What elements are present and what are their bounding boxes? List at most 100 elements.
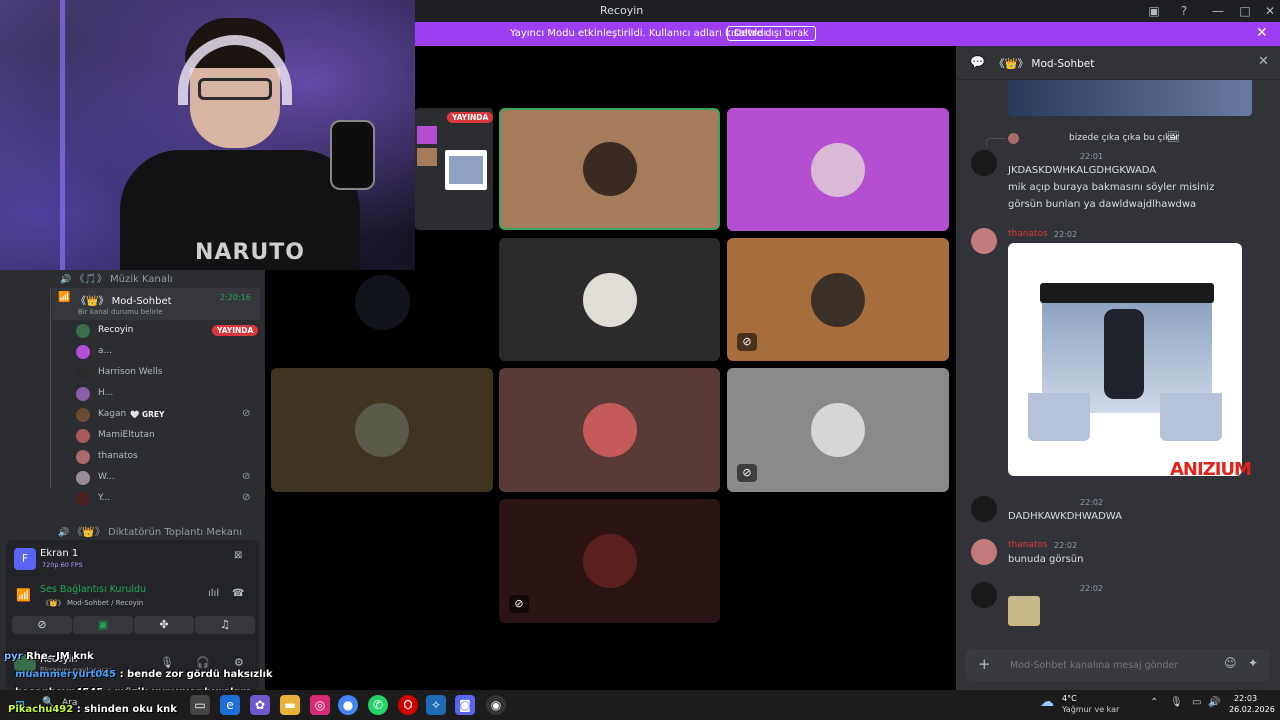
voice-user-name: Harrison Wells [98,367,163,377]
maximize-button[interactable]: □ [1237,3,1253,19]
weather-icon[interactable]: ☁ [1040,694,1054,710]
app-icon[interactable]: ✧ [426,695,446,715]
channel-mod-sohbet[interactable]: 📶 《👑》 Mod-Sohbet 2:20:16 Bir kanal durum… [52,288,260,320]
voice-user[interactable]: Harrison Wells [70,364,260,382]
activities-button[interactable]: ✤ [134,616,194,634]
video-tile-4[interactable]: ⊘ [727,238,949,361]
voice-user[interactable]: Recoyin YAYINDA [70,322,260,340]
muted-icon: ⊘ [737,464,757,482]
microphone-icon[interactable]: 🎙 [160,656,174,669]
file-explorer-icon[interactable]: ▬ [280,695,300,715]
video-tile-8[interactable]: ⊘ [499,499,720,623]
microphone-tray-icon[interactable]: 🎙 [1170,697,1183,708]
thread-icon: 💬 [970,55,985,69]
voice-active-icon: 📶 [58,292,71,303]
close-window-button[interactable]: ✕ [1262,3,1278,19]
muted-icon: ⊘ [242,471,251,482]
voice-user[interactable]: MamiEltutan [70,427,260,445]
overlay-chat-line: muammeryurt045 : bende zor gördü haksızl… [15,669,273,680]
voice-status[interactable]: Ses Bağlantısı Kuruldu [40,584,146,595]
video-tile-7[interactable]: ⊘ [727,368,949,492]
muted-icon: ⊘ [242,408,251,419]
avatar [76,450,90,464]
voice-user-name: a... [98,346,113,356]
chevron-up-icon[interactable]: ⌃ [1150,697,1158,708]
settings-icon[interactable]: ⚙ [234,656,244,669]
apps-icon[interactable]: ✦ [1248,656,1258,670]
clock-time[interactable]: 22:03 [1234,694,1257,703]
overlay-chat-line: Pikachu492 : shinden oku knk [8,704,177,715]
whatsapp-icon[interactable]: ✆ [368,695,388,715]
message-sticker[interactable] [1008,596,1040,626]
voice-panel: F Ekran 1 720p 60 FPS ⊠ 📶 Ses Bağlantısı… [6,540,259,690]
avatar[interactable] [971,496,997,522]
voice-user-name: Y... [98,493,111,503]
noise-suppression-icon[interactable]: ılıl [208,588,219,599]
edge-icon[interactable]: e [220,695,240,715]
message-timestamp: 22:02 [1054,230,1078,239]
screen-share-button[interactable]: ▣ [73,616,133,634]
channel-music[interactable]: 🔊 《🎵》 Müzik Kanalı [60,270,173,285]
voice-user[interactable]: H... [70,385,260,403]
close-chat-icon[interactable]: ✕ [1258,54,1269,69]
emoji-icon[interactable]: ☺ [1224,656,1237,670]
avatar[interactable] [971,539,997,565]
instagram-icon[interactable]: ◎ [310,695,330,715]
channel-label: 《👑》 Mod-Sohbet [76,296,172,307]
message-input[interactable] [1010,656,1216,674]
network-icon[interactable]: ▭ [1192,697,1201,708]
speaker-icon: 🔊 [58,528,70,538]
headphones-icon[interactable]: 🎧 [196,656,210,669]
overlay-chat-line: pyr Rhe~JM knk [4,651,94,662]
voice-user[interactable]: thanatos [70,448,260,466]
message-text: DADHKAWKDHWADWA [1008,511,1122,522]
avatar [76,324,90,338]
clock-date[interactable]: 26.02.2026 [1229,705,1275,714]
channel-label: 《🎵》 Müzik Kanalı [74,274,173,285]
connection-icon: 📶 [16,588,31,602]
message-username[interactable]: thanatos [1008,540,1048,550]
screen-share-tile[interactable]: YAYINDA [415,108,493,230]
previous-image[interactable] [1008,80,1252,116]
copilot-icon[interactable]: ✿ [250,695,270,715]
avatar[interactable] [971,228,997,254]
video-tile-5[interactable] [271,368,493,492]
obs-icon[interactable]: ◉ [486,695,506,715]
disable-streamer-mode-button[interactable]: Devre dışı bırak [727,26,816,41]
avatar [582,403,637,457]
task-view-icon[interactable]: ▭ [190,695,210,715]
add-attachment-icon[interactable]: + [978,655,991,673]
video-tile-6[interactable] [499,368,720,492]
voice-user-name: MamiEltutan [98,430,155,440]
close-icon[interactable]: ✕ [1256,25,1268,41]
disconnect-icon[interactable]: ☎ [232,588,244,599]
discord-icon[interactable]: ◙ [455,695,475,715]
volume-icon[interactable]: 🔊 [1208,697,1220,708]
avatar[interactable] [971,582,997,608]
channel-status[interactable]: Bir kanal durumu belirle [78,308,162,316]
voice-user[interactable]: a... [70,343,260,361]
channel-dictator[interactable]: 🔊 《👑》 Diktatörün Toplantı Mekanı [58,523,242,538]
reply-preview[interactable]: bizede çıka çıka bu çıkar [1069,133,1179,143]
voice-user[interactable]: W... ⊘ [70,469,260,487]
camera-off-button[interactable]: ⊘ [12,616,72,634]
soundboard-button[interactable]: ♫ [195,616,255,634]
video-tile-3[interactable] [499,238,720,361]
opera-icon[interactable]: O [398,695,418,715]
voice-user-name: H... [98,388,114,398]
inbox-icon[interactable]: ▣ [1146,3,1162,19]
message-username[interactable]: thanatos [1008,229,1048,239]
help-icon[interactable]: ? [1176,3,1192,19]
message-image[interactable] [1008,243,1242,476]
avatar[interactable] [971,150,997,176]
message-timestamp: 22:02 [1080,498,1104,507]
voice-user[interactable]: Y... ⊘ [70,490,260,508]
video-tile-1[interactable] [499,108,720,230]
voice-user[interactable]: Kagan 🤍 GREY ⊘ [70,406,260,424]
avatar [811,403,865,457]
video-tile-2[interactable] [727,108,949,231]
chat-header: 💬 《👑》 Mod-Sohbet ✕ [956,46,1280,80]
stop-stream-icon[interactable]: ⊠ [234,550,242,561]
chrome-icon[interactable]: ● [338,695,358,715]
minimize-button[interactable]: — [1210,3,1226,19]
